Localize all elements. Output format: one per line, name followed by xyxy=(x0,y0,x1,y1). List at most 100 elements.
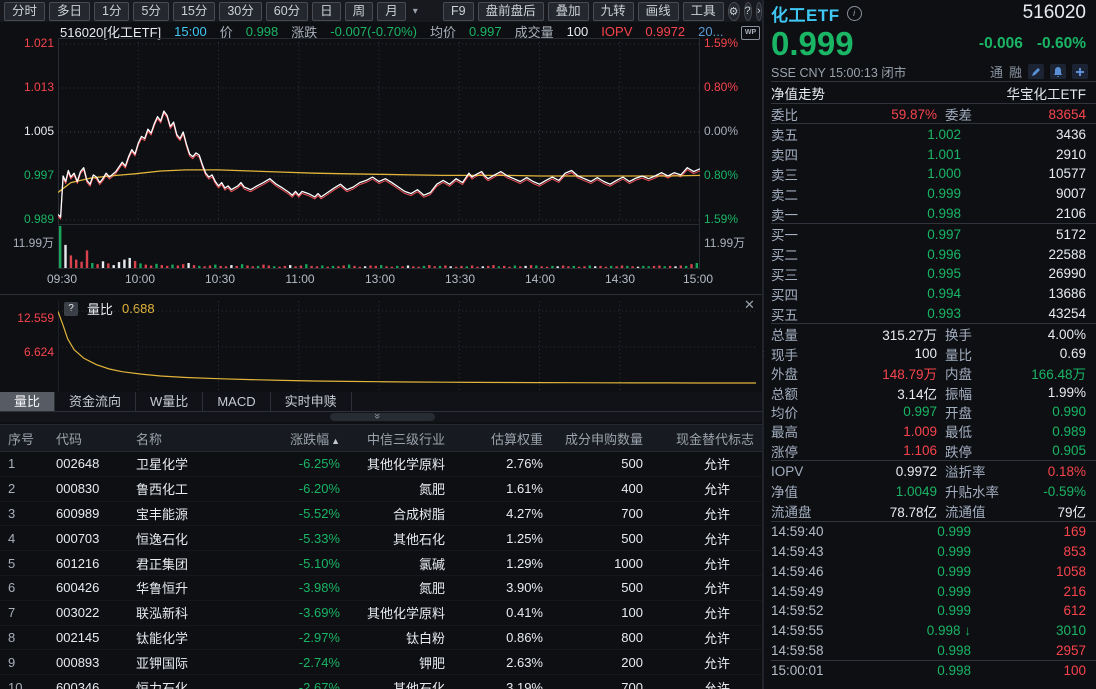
ask-row[interactable]: 卖四 1.001 2910 xyxy=(771,144,1096,164)
est-weight: 0.86% xyxy=(453,630,551,645)
tick-row[interactable]: 14:59:40 0.999 169 xyxy=(771,522,1096,542)
stat-value: 0.69 xyxy=(1017,346,1096,361)
period-button[interactable]: 60分 xyxy=(266,2,308,21)
change-pct: -5.52% xyxy=(278,506,348,521)
tool-button[interactable]: F9 xyxy=(443,2,474,21)
tab-item[interactable]: MACD xyxy=(203,392,270,411)
market-status-row: SSE CNY 15:00:13 闭市 通 融 xyxy=(771,62,1096,81)
bid-row[interactable]: 买一 0.997 5172 xyxy=(771,224,1096,244)
edit-icon[interactable] xyxy=(1028,64,1044,79)
est-weight: 4.27% xyxy=(453,506,551,521)
tool-button[interactable]: 盘前盘后 xyxy=(478,2,544,21)
ask-price: 1.000 xyxy=(841,166,961,181)
indicator-scale-1: 12.559 xyxy=(0,311,54,325)
stat-value: 0.997 xyxy=(823,404,937,419)
col-name[interactable]: 名称 xyxy=(128,429,278,448)
col-quantity[interactable]: 成分申购数量 xyxy=(551,429,651,448)
stat-label: 均价 xyxy=(771,402,823,422)
tick-row[interactable]: 14:59:49 0.999 216 xyxy=(771,581,1096,601)
tick-time: 14:59:55 xyxy=(771,623,861,638)
tab-item[interactable]: 资金流向 xyxy=(55,392,136,411)
bid-row[interactable]: 买二 0.996 22588 xyxy=(771,244,1096,264)
table-row[interactable]: 9 000893 亚钾国际 -2.74% 钾肥 2.63% 200 允许 xyxy=(0,650,762,675)
col-industry[interactable]: 中信三级行业 xyxy=(348,429,453,448)
tick-row[interactable]: 14:59:43 0.999 853 xyxy=(771,542,1096,562)
tick-row[interactable]: 14:59:55 0.998 ↓ 3010 xyxy=(771,621,1096,641)
tool-button[interactable]: 工具 xyxy=(683,2,724,21)
tab-item[interactable]: 实时申赎 xyxy=(271,392,352,411)
period-button[interactable]: 30分 xyxy=(219,2,261,21)
bid-row[interactable]: 买四 0.994 13686 xyxy=(771,284,1096,304)
alert-bell-icon[interactable] xyxy=(1050,64,1066,79)
period-button[interactable]: 15分 xyxy=(173,2,215,21)
iopv-row: 净值 1.0049 升贴水率 -0.59% xyxy=(771,481,1096,501)
nav-row[interactable]: 净值走势 华宝化工ETF xyxy=(771,82,1096,103)
period-button[interactable]: 多日 xyxy=(49,2,90,21)
row-index: 6 xyxy=(0,580,48,595)
table-scrollbar[interactable]: » xyxy=(0,412,762,422)
col-cashflag[interactable]: 现金替代标志 xyxy=(651,429,762,448)
period-button[interactable]: 日 xyxy=(312,2,341,21)
table-row[interactable]: 7 003022 联泓新科 -3.69% 其他化学原料 0.41% 100 允许 xyxy=(0,601,762,626)
bid-row[interactable]: 买三 0.995 26990 xyxy=(771,264,1096,284)
info-icon[interactable]: i xyxy=(847,6,862,21)
table-row[interactable]: 1 002648 卫星化学 -6.25% 其他化学原料 2.76% 500 允许 xyxy=(0,452,762,477)
table-row[interactable]: 5 601216 君正集团 -5.10% 氯碱 1.29% 1000 允许 xyxy=(0,551,762,576)
period-button[interactable]: 周 xyxy=(345,2,374,21)
period-button[interactable]: 月 xyxy=(377,2,406,21)
bid-row[interactable]: 买五 0.993 43254 xyxy=(771,304,1096,324)
etf-name: 化工ETF xyxy=(771,1,840,26)
tab-liangbi[interactable]: 量比 xyxy=(0,392,55,411)
tick-row[interactable]: 14:59:58 0.998 2957 xyxy=(771,640,1096,660)
change-pct: -3.69% xyxy=(278,605,348,620)
table-row[interactable]: 6 600426 华鲁恒升 -3.98% 氮肥 3.90% 500 允许 xyxy=(0,576,762,601)
period-dropdown-icon[interactable]: ▾ xyxy=(410,6,421,17)
ask-row[interactable]: 卖五 1.002 3436 xyxy=(771,124,1096,144)
indicator-chart[interactable] xyxy=(58,301,758,392)
add-icon[interactable] xyxy=(1072,64,1088,79)
stat-value: 148.79万 xyxy=(823,363,937,383)
xaxis-1300: 13:00 xyxy=(358,272,402,286)
gear-icon[interactable]: ⚙ xyxy=(728,2,740,21)
tick-row-last[interactable]: 15:00:01 0.998 100 xyxy=(771,661,1096,681)
table-row[interactable]: 4 000703 恒逸石化 -5.33% 其他石化 1.25% 500 允许 xyxy=(0,526,762,551)
sort-asc-icon: ▲ xyxy=(331,436,340,446)
bid-price: 0.994 xyxy=(841,286,961,301)
volume-value: 100 xyxy=(567,24,589,39)
col-change[interactable]: 涨跌幅▲ xyxy=(278,429,348,448)
table-row[interactable]: 3 600989 宝丰能源 -5.52% 合成树脂 4.27% 700 允许 xyxy=(0,502,762,527)
period-button[interactable]: 1分 xyxy=(94,2,129,21)
tick-row[interactable]: 14:59:52 0.999 612 xyxy=(771,601,1096,621)
change-pct: -2.97% xyxy=(278,630,348,645)
period-button[interactable]: 分时 xyxy=(4,2,45,21)
stat-value: 0.989 xyxy=(1017,424,1096,439)
xaxis-1330: 13:30 xyxy=(438,272,482,286)
period-button[interactable]: 5分 xyxy=(133,2,168,21)
iopv-row: 流通盘 78.78亿 流通值 79亿 xyxy=(771,501,1096,521)
collapse-chevron-icon[interactable]: » xyxy=(371,413,383,419)
ask-row[interactable]: 卖三 1.000 10577 xyxy=(771,164,1096,184)
est-weight: 0.41% xyxy=(453,605,551,620)
table-row[interactable]: 2 000830 鲁西化工 -6.20% 氮肥 1.61% 400 允许 xyxy=(0,477,762,502)
help-icon[interactable]: ? xyxy=(744,2,752,21)
stat-label: 外盘 xyxy=(771,363,823,383)
industry: 钾肥 xyxy=(348,653,453,672)
est-weight: 3.90% xyxy=(453,580,551,595)
tool-button[interactable]: 叠加 xyxy=(548,2,589,21)
table-row[interactable]: 8 002145 钛能化学 -2.97% 钛白粉 0.86% 800 允许 xyxy=(0,626,762,651)
table-row[interactable]: 10 600346 恒力石化 -2.67% 其他石化 3.19% 700 允许 xyxy=(0,675,762,689)
bid-volume: 13686 xyxy=(961,286,1096,301)
col-index[interactable]: 序号 xyxy=(0,429,48,448)
ask-row[interactable]: 卖二 0.999 9007 xyxy=(771,184,1096,204)
ask-volume: 2106 xyxy=(961,206,1096,221)
volume-bars-chart[interactable] xyxy=(58,224,700,269)
col-code[interactable]: 代码 xyxy=(48,429,128,448)
intraday-price-chart[interactable] xyxy=(58,38,700,222)
tick-row[interactable]: 14:59:46 0.999 1058 xyxy=(771,561,1096,581)
col-weight[interactable]: 估算权重 xyxy=(453,429,551,448)
tool-button[interactable]: 画线 xyxy=(638,2,679,21)
stock-code: 002145 xyxy=(48,630,128,645)
tab-item[interactable]: W量比 xyxy=(136,392,203,411)
tool-button[interactable]: 九转 xyxy=(593,2,634,21)
ask-row[interactable]: 卖一 0.998 2106 xyxy=(771,204,1096,224)
